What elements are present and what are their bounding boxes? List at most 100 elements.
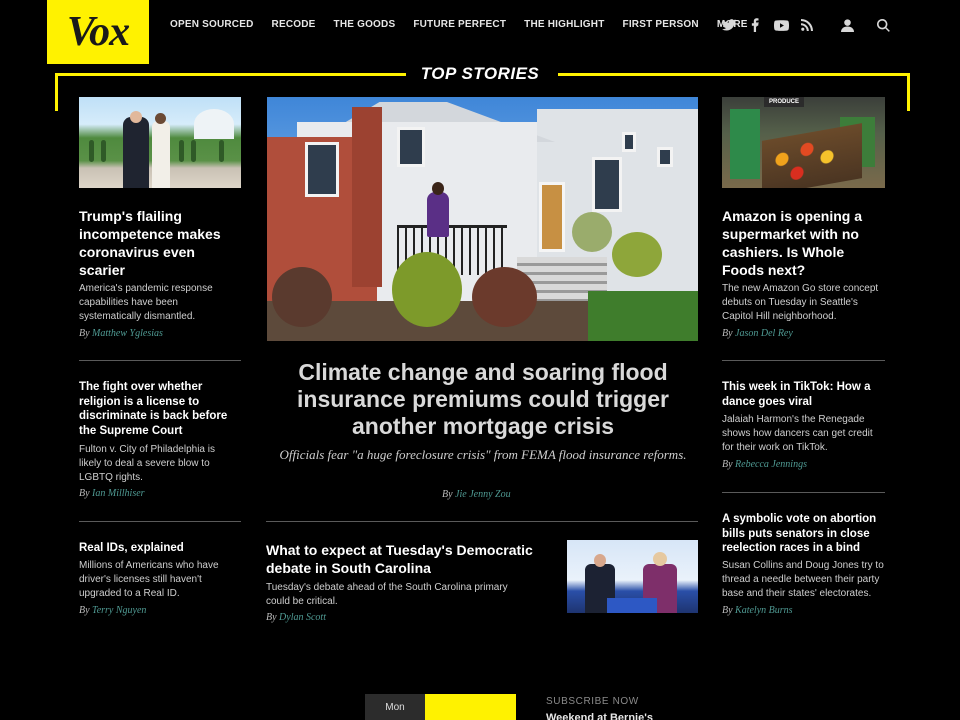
nav-item-first-person[interactable]: FIRST PERSON	[623, 19, 699, 30]
image-shape	[152, 121, 170, 188]
image-shape	[130, 111, 142, 123]
image-shape	[592, 157, 622, 212]
subscribe-label[interactable]: SUBSCRIBE NOW	[546, 696, 639, 707]
byline-prefix: By	[722, 459, 733, 470]
divider	[722, 492, 885, 493]
section-rule-right	[558, 73, 910, 76]
rss-icon[interactable]	[798, 16, 816, 34]
byline-prefix: By	[79, 488, 90, 499]
story-dek: Jalaiah Harmon's the Renegade shows how …	[722, 414, 873, 453]
author-link[interactable]: Jason Del Rey	[735, 328, 793, 339]
byline: By Ian Millhiser	[79, 488, 145, 499]
story-dek: Susan Collins and Doug Jones try to thre…	[722, 560, 884, 599]
byline: By Rebecca Jennings	[722, 459, 807, 470]
author-link[interactable]: Jie Jenny Zou	[455, 489, 511, 500]
image-shape	[730, 109, 760, 179]
tab-mon[interactable]: Mon	[365, 694, 425, 720]
byline: By Katelyn Burns	[722, 605, 793, 616]
image-shape	[594, 554, 606, 567]
header-icons	[720, 16, 900, 34]
section-title: TOP STORIES	[420, 64, 540, 83]
byline-prefix: By	[266, 612, 277, 623]
story-dek: The new Amazon Go store concept debuts o…	[722, 283, 879, 322]
image-shape	[392, 252, 462, 327]
story-image-debate[interactable]	[567, 540, 698, 613]
byline-prefix: By	[79, 605, 90, 616]
author-link[interactable]: Ian Millhiser	[92, 488, 145, 499]
image-shape	[588, 291, 698, 341]
story-image-house[interactable]	[267, 97, 698, 341]
story-headline[interactable]: This week in TikTok: How a dance goes vi…	[722, 380, 887, 409]
lead-story-dek: Officials fear "a huge foreclosure crisi…	[279, 447, 687, 462]
divider	[722, 360, 885, 361]
byline-prefix: By	[79, 328, 90, 339]
image-shape	[657, 147, 673, 167]
author-link[interactable]: Katelyn Burns	[735, 605, 793, 616]
byline-prefix: By	[722, 328, 733, 339]
story-image-trump[interactable]	[79, 97, 241, 188]
story-headline[interactable]: Trump's flailing incompetence makes coro…	[79, 207, 244, 279]
byline: By Terry Nguyen	[79, 605, 146, 616]
byline: By Matthew Yglesias	[79, 328, 163, 339]
produce-sign: PRODUCE	[764, 97, 804, 107]
main-nav: OPEN SOURCED RECODE THE GOODS FUTURE PER…	[170, 19, 779, 30]
newsletter-tabs: Mon	[365, 694, 516, 720]
nav-item-open-sourced[interactable]: OPEN SOURCED	[170, 19, 254, 30]
story-headline[interactable]: Amazon is opening a supermarket with no …	[722, 207, 890, 279]
image-shape	[762, 123, 862, 188]
logo-text: Vox	[66, 9, 130, 55]
story-headline[interactable]: A symbolic vote on abortion bills puts s…	[722, 512, 890, 556]
nav-item-the-highlight[interactable]: THE HIGHLIGHT	[524, 19, 604, 30]
image-shape	[653, 552, 667, 566]
image-shape	[101, 140, 106, 162]
facebook-icon[interactable]	[746, 16, 764, 34]
image-shape	[539, 182, 565, 252]
search-icon[interactable]	[874, 16, 892, 34]
author-link[interactable]: Dylan Scott	[279, 612, 326, 623]
image-shape	[272, 267, 332, 327]
image-shape	[612, 232, 662, 277]
section-bracket-right	[907, 73, 910, 111]
story-image-grocery[interactable]: PRODUCE	[722, 97, 885, 188]
image-shape	[607, 598, 657, 613]
nav-item-future-perfect[interactable]: FUTURE PERFECT	[413, 19, 506, 30]
twitter-icon[interactable]	[720, 16, 738, 34]
image-shape	[352, 107, 382, 287]
divider	[266, 521, 698, 522]
lead-story-headline[interactable]: Climate change and soaring flood insuran…	[268, 359, 698, 440]
story-headline[interactable]: The fight over whether religion is a lic…	[79, 380, 244, 438]
author-link[interactable]: Rebecca Jennings	[735, 459, 807, 470]
author-link[interactable]: Terry Nguyen	[92, 605, 146, 616]
image-shape	[305, 142, 339, 197]
image-shape	[123, 117, 149, 188]
story-dek: Tuesday's debate ahead of the South Caro…	[266, 582, 508, 607]
story-headline[interactable]: What to expect at Tuesday's Democratic d…	[266, 541, 556, 577]
byline: By Dylan Scott	[266, 612, 326, 623]
vox-logo[interactable]: Vox	[47, 0, 149, 64]
image-shape	[179, 140, 184, 162]
image-shape	[191, 140, 196, 162]
image-shape	[432, 182, 444, 195]
byline: By Jason Del Rey	[722, 328, 793, 339]
divider	[79, 521, 241, 522]
image-shape	[572, 212, 612, 252]
section-bracket-left	[55, 73, 58, 111]
story-dek: Fulton v. City of Philadelphia is likely…	[79, 444, 215, 483]
byline: By Jie Jenny Zou	[442, 489, 511, 500]
youtube-icon[interactable]	[772, 16, 790, 34]
user-icon[interactable]	[838, 16, 856, 34]
section-rule-left	[55, 73, 406, 76]
divider	[79, 360, 241, 361]
subscribe-headline[interactable]: Weekend at Bernie's	[546, 712, 653, 720]
byline-prefix: By	[722, 605, 733, 616]
author-link[interactable]: Matthew Yglesias	[92, 328, 163, 339]
nav-item-the-goods[interactable]: THE GOODS	[334, 19, 396, 30]
tab-active[interactable]	[425, 694, 516, 720]
image-shape	[622, 132, 636, 152]
nav-item-recode[interactable]: RECODE	[272, 19, 316, 30]
story-headline[interactable]: Real IDs, explained	[79, 541, 244, 556]
image-shape	[194, 109, 234, 139]
story-dek: America's pandemic response capabilities…	[79, 283, 213, 322]
image-shape	[397, 127, 425, 167]
image-shape	[472, 267, 537, 327]
